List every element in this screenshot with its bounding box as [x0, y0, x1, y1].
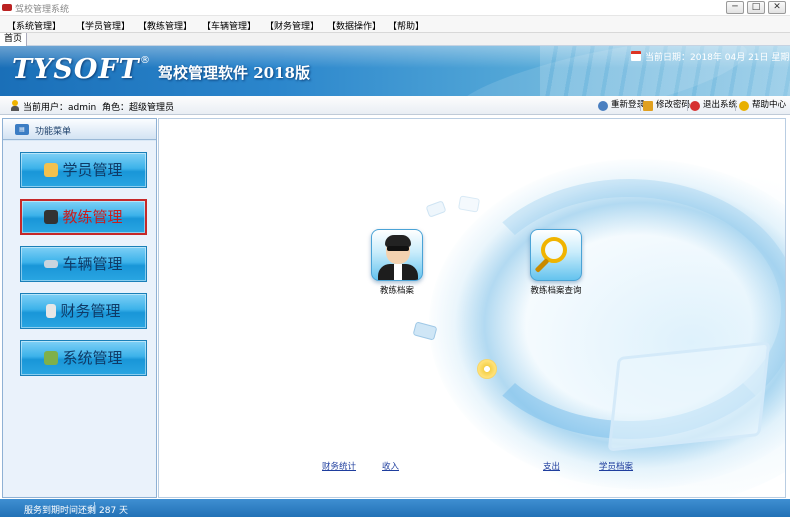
menu-students[interactable]: 【学员管理】: [76, 19, 130, 32]
monitor-decoration: [607, 341, 771, 452]
menu-vehicles[interactable]: 【车辆管理】: [202, 19, 256, 32]
coach-profile-query-action[interactable]: 教练档案查询: [521, 229, 591, 296]
menu-data[interactable]: 【数据操作】: [327, 19, 381, 32]
student-profile-link[interactable]: 学员档案: [599, 460, 633, 472]
finance-statistics-link[interactable]: 财务统计: [322, 460, 356, 472]
nav-label: 车辆管理: [62, 255, 123, 273]
relogin-button[interactable]: 重新登录: [598, 99, 645, 112]
coach-profile-query-label: 教练档案查询: [530, 286, 582, 296]
nav-coach-management[interactable]: 教练管理: [20, 199, 147, 235]
disc-decoration: [477, 359, 497, 379]
status-bar: 服务到期时间还剩 287 天: [0, 499, 790, 517]
service-expiry-text: 服务到期时间还剩: [24, 506, 97, 516]
function-menu-header: ▤ 功能菜单: [3, 119, 156, 140]
floating-card-decoration: [425, 200, 447, 218]
title-bar: 驾校管理系统 ─ □ ✕: [0, 0, 790, 16]
change-password-label: 修改密码: [656, 100, 691, 110]
status-divider: [94, 502, 95, 514]
tab-home[interactable]: 首页: [0, 33, 28, 46]
exit-icon: [690, 101, 700, 111]
nav-label: 学员管理: [62, 161, 123, 179]
app-icon: [2, 4, 12, 11]
nav-vehicle-management[interactable]: 车辆管理: [20, 246, 147, 282]
service-days-remaining: 287 天: [99, 506, 129, 516]
menu-finance[interactable]: 【财务管理】: [265, 19, 319, 32]
close-button[interactable]: ✕: [768, 1, 786, 14]
menu-header-icon: ▤: [15, 124, 29, 135]
help-icon: [739, 101, 749, 111]
main-workspace: 教练档案 教练档案查询 财务统计 收入 支出 学员档案: [158, 118, 786, 498]
header-banner: TYSOFT ® 驾校管理软件 2018版 当前日期：2018年 04月 21日…: [0, 46, 790, 96]
tab-strip: 首页: [0, 33, 790, 46]
registered-mark: ®: [140, 55, 150, 66]
coach-icon: [44, 210, 59, 224]
coach-profile-icon: [371, 229, 423, 281]
exit-button[interactable]: 退出系统: [690, 99, 737, 112]
function-menu-panel: ▤ 功能菜单 学员管理 教练管理 车辆管理 财务管理 系统管理: [2, 118, 157, 498]
user-icon: [11, 100, 19, 111]
info-bar: 当前用户：admin 角色：超级管理员 重新登录 修改密码 退出系统 帮助中心: [0, 96, 790, 115]
expense-link[interactable]: 支出: [543, 460, 560, 472]
help-center-label: 帮助中心: [752, 100, 787, 110]
function-menu-title: 功能菜单: [35, 127, 72, 137]
menu-help[interactable]: 【帮助】: [388, 19, 424, 32]
brand-logo: TYSOFT: [12, 54, 140, 85]
nav-label: 教练管理: [62, 208, 123, 226]
pencil-icon: [643, 101, 653, 111]
car-icon: [44, 260, 59, 268]
nav-label: 财务管理: [60, 302, 121, 320]
coach-profile-label: 教练档案: [379, 286, 414, 296]
exit-label: 退出系统: [703, 100, 738, 110]
relogin-icon: [598, 101, 608, 111]
function-menu-body: 学员管理 教练管理 车辆管理 财务管理 系统管理: [3, 141, 156, 497]
menu-coaches[interactable]: 【教练管理】: [138, 19, 192, 32]
coach-profile-action[interactable]: 教练档案: [367, 229, 427, 296]
help-center-button[interactable]: 帮助中心: [739, 99, 786, 112]
income-link[interactable]: 收入: [382, 460, 399, 472]
nav-student-management[interactable]: 学员管理: [20, 152, 147, 188]
nav-finance-management[interactable]: 财务管理: [20, 293, 147, 329]
window-title: 驾校管理系统: [15, 5, 70, 15]
magnifier-icon: [530, 229, 582, 281]
menu-bar: 【系统管理】 【学员管理】 【教练管理】 【车辆管理】 【财务管理】 【数据操作…: [0, 16, 790, 33]
calendar-icon: [631, 51, 641, 61]
students-icon: [44, 163, 59, 177]
nav-label: 系统管理: [62, 349, 123, 367]
menu-system[interactable]: 【系统管理】: [7, 19, 61, 32]
toolbar-divider: [640, 100, 641, 111]
change-password-button[interactable]: 修改密码: [643, 99, 690, 112]
toolbar-divider: [735, 100, 736, 111]
nav-system-management[interactable]: 系统管理: [20, 340, 147, 376]
maximize-button[interactable]: □: [747, 1, 765, 14]
minimize-button[interactable]: ─: [726, 1, 744, 14]
current-role: 角色：超级管理员: [102, 103, 175, 113]
calculator-icon: [46, 304, 57, 318]
product-title: 驾校管理软件 2018版: [158, 64, 310, 82]
current-user: 当前用户：admin: [23, 103, 97, 113]
settings-icon: [44, 351, 59, 365]
toolbar-divider: [687, 100, 688, 111]
current-date: 当前日期：2018年 04月 21日 星期六: [645, 53, 790, 63]
